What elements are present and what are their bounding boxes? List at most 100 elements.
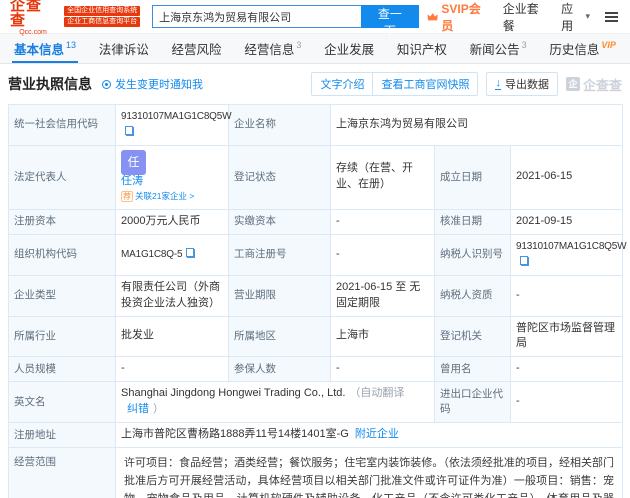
cell-text: 实缴资本 bbox=[234, 215, 276, 228]
table-row: 组织机构代码 MA1G1C8Q-5 工商注册号 - 纳税人识别号 91310107MA1G… bbox=[8, 233, 627, 276]
copy-icon[interactable] bbox=[186, 247, 196, 258]
tab-label: 企业发展 bbox=[324, 43, 375, 57]
view-toggle: 文字介绍 查看工商官网快照 bbox=[311, 72, 479, 96]
tab-label: 知识产权 bbox=[396, 43, 447, 57]
field-label: 核准日期 bbox=[434, 208, 511, 235]
notify-label: 发生变更时通知我 bbox=[115, 79, 203, 91]
cell-text: - bbox=[516, 288, 520, 301]
cell-text: 登记状态 bbox=[234, 170, 276, 183]
cell-text: 所属行业 bbox=[14, 329, 56, 342]
field-value: 2021-09-15 bbox=[509, 208, 624, 235]
cell-text: - bbox=[516, 362, 520, 375]
qcc-company-page: 企查查 Qcc.com 全国企业信用查询系统 企业工商信息查询平台 查一下 SV… bbox=[0, 0, 630, 498]
tab-history-info[interactable]: 历史信息 VIP bbox=[547, 34, 618, 63]
table-row: 注册资本 2000万元人民币 实缴资本 - 核准日期 2021-09-15 bbox=[8, 208, 624, 235]
tab-legal-proceedings[interactable]: 法律诉讼 bbox=[97, 34, 151, 63]
tab-business-risk[interactable]: 经营风险 bbox=[170, 34, 224, 63]
official-snapshot-link[interactable]: 查看工商官网快照 bbox=[373, 73, 477, 95]
field-value: Shanghai Jingdong Hongwei Trading Co., L… bbox=[115, 381, 435, 424]
cell-text: 登记机关 bbox=[440, 329, 482, 342]
bell-icon bbox=[102, 79, 111, 89]
field-label: 成立日期 bbox=[434, 144, 511, 210]
svip-member-link[interactable]: SVIP会员 bbox=[427, 0, 490, 34]
field-value: 91310107MA1G1C8Q5W bbox=[509, 233, 627, 276]
cell-text: 2000万元人民币 bbox=[121, 214, 201, 227]
legal-rep-link[interactable]: 任涛 bbox=[121, 175, 194, 188]
cell-text: 企业名称 bbox=[234, 118, 276, 131]
notify-change-link[interactable]: 发生变更时通知我 bbox=[102, 76, 203, 92]
logo-text: 企查查 bbox=[10, 0, 43, 29]
field-label: 企业类型 bbox=[8, 274, 116, 317]
copy-icon[interactable] bbox=[125, 125, 134, 136]
field-label: 组织机构代码 bbox=[8, 233, 116, 276]
cell-text: 核准日期 bbox=[440, 215, 482, 228]
field-label: 实缴资本 bbox=[228, 208, 331, 235]
tab-label: 基本信息 bbox=[14, 43, 65, 57]
tab-label: 历史信息 bbox=[549, 43, 600, 57]
field-value: - bbox=[509, 381, 624, 424]
tab-intellectual-property[interactable]: 知识产权 bbox=[395, 34, 449, 63]
tab-bar: 基本信息 13 法律诉讼 经营风险 经营信息 3 企业发展 知识产权 新闻公告 3 历史信息 VIP bbox=[0, 34, 630, 64]
correction-link[interactable]: 纠错 bbox=[127, 403, 149, 415]
cell-text: 存续（在营、开业、在册） bbox=[336, 162, 413, 191]
cell-text: 注册地址 bbox=[14, 428, 56, 441]
brand-slogan: 全国企业信用查询系统 企业工商信息查询平台 bbox=[64, 6, 141, 27]
cell-text: 参保人数 bbox=[234, 362, 276, 375]
legal-rep-avatar[interactable]: 任 bbox=[121, 149, 146, 175]
download-icon: ↓ bbox=[495, 77, 501, 90]
tab-company-development[interactable]: 企业发展 bbox=[322, 34, 376, 63]
cell-text: - bbox=[336, 362, 340, 375]
recommend-badge: 荐 bbox=[121, 190, 133, 202]
table-row: 企业类型 有限责任公司（外商投资企业法人独资） 营业期限 2021-06-15 至 无… bbox=[8, 274, 624, 317]
field-label: 登记状态 bbox=[228, 144, 331, 210]
field-value: - bbox=[509, 356, 624, 383]
credit-code-value: 91310107MA1G1C8Q5W bbox=[115, 104, 232, 146]
cell-text: 注册资本 bbox=[14, 215, 56, 228]
cell-text: 工商注册号 bbox=[234, 248, 287, 261]
search-button[interactable]: 查一下 bbox=[360, 5, 420, 38]
related-companies-link[interactable]: 关联21家企业 > bbox=[135, 191, 194, 201]
field-label: 参保人数 bbox=[228, 356, 331, 383]
cell-text: 经营范围 bbox=[14, 456, 56, 469]
table-row: 英文名 Shanghai Jingdong Hongwei Trading Co.… bbox=[8, 381, 624, 424]
enterprise-package-link[interactable]: 企业套餐 bbox=[503, 0, 548, 34]
search-input[interactable] bbox=[152, 5, 361, 28]
field-value: 2021-06-15 至 无固定期限 bbox=[330, 274, 435, 317]
field-label: 注册地址 bbox=[8, 422, 116, 449]
cell-text: 曾用名 bbox=[440, 362, 472, 375]
copy-icon[interactable] bbox=[520, 255, 529, 266]
apps-menu[interactable]: 应用 ▾ bbox=[561, 0, 590, 34]
table-row: 经营范围 许可项目：食品经营；酒类经营；餐饮服务；住宅室内装饰装修。（依法须经批准… bbox=[8, 447, 624, 498]
export-data-button[interactable]: ↓ 导出数据 bbox=[486, 72, 558, 96]
tab-business-info[interactable]: 经营信息 3 bbox=[242, 34, 303, 63]
tab-news-announcements[interactable]: 新闻公告 3 bbox=[468, 34, 529, 63]
cell-text: 企业类型 bbox=[14, 288, 56, 301]
cell-text: 英文名 bbox=[14, 395, 46, 408]
tab-basic-info[interactable]: 基本信息 13 bbox=[12, 34, 78, 63]
qcc-logo[interactable]: 企查查 Qcc.com bbox=[10, 0, 56, 36]
cell-text: 有限责任公司（外商投资企业法人独资） bbox=[121, 280, 220, 309]
cell-text: - bbox=[121, 362, 125, 375]
slogan-line-2: 企业工商信息查询平台 bbox=[64, 17, 141, 27]
field-label: 人员规模 bbox=[8, 356, 116, 383]
registered-address-value: 上海市普陀区曹杨路1888弄11号14楼1401室-G bbox=[121, 428, 349, 441]
svip-label: SVIP会员 bbox=[441, 1, 481, 33]
crown-icon bbox=[427, 12, 438, 20]
cell-text: 批发业 bbox=[121, 329, 154, 342]
field-label: 曾用名 bbox=[434, 356, 511, 383]
field-label: 英文名 bbox=[8, 381, 116, 424]
field-label: 纳税人识别号 bbox=[434, 233, 511, 276]
text-intro-link[interactable]: 文字介绍 bbox=[312, 73, 372, 95]
field-value: - bbox=[509, 274, 624, 317]
field-value: MA1G1C8Q-5 bbox=[115, 233, 229, 276]
nearby-companies-link[interactable]: 附近企业 bbox=[355, 428, 399, 440]
tab-badge: 3 bbox=[521, 39, 527, 50]
field-value: 上海市普陀区曹杨路1888弄11号14楼1401室-G 附近企业 bbox=[114, 422, 624, 449]
legal-rep-cell: 任任涛荐关联21家企业 > bbox=[115, 144, 229, 210]
field-value: 批发业 bbox=[115, 315, 229, 358]
menu-icon[interactable] bbox=[603, 10, 620, 24]
cell-text: - bbox=[336, 247, 340, 260]
search-bar: 查一下 bbox=[152, 5, 420, 38]
cell-text: 纳税人资质 bbox=[440, 288, 493, 301]
field-label: 企业名称 bbox=[228, 104, 331, 146]
